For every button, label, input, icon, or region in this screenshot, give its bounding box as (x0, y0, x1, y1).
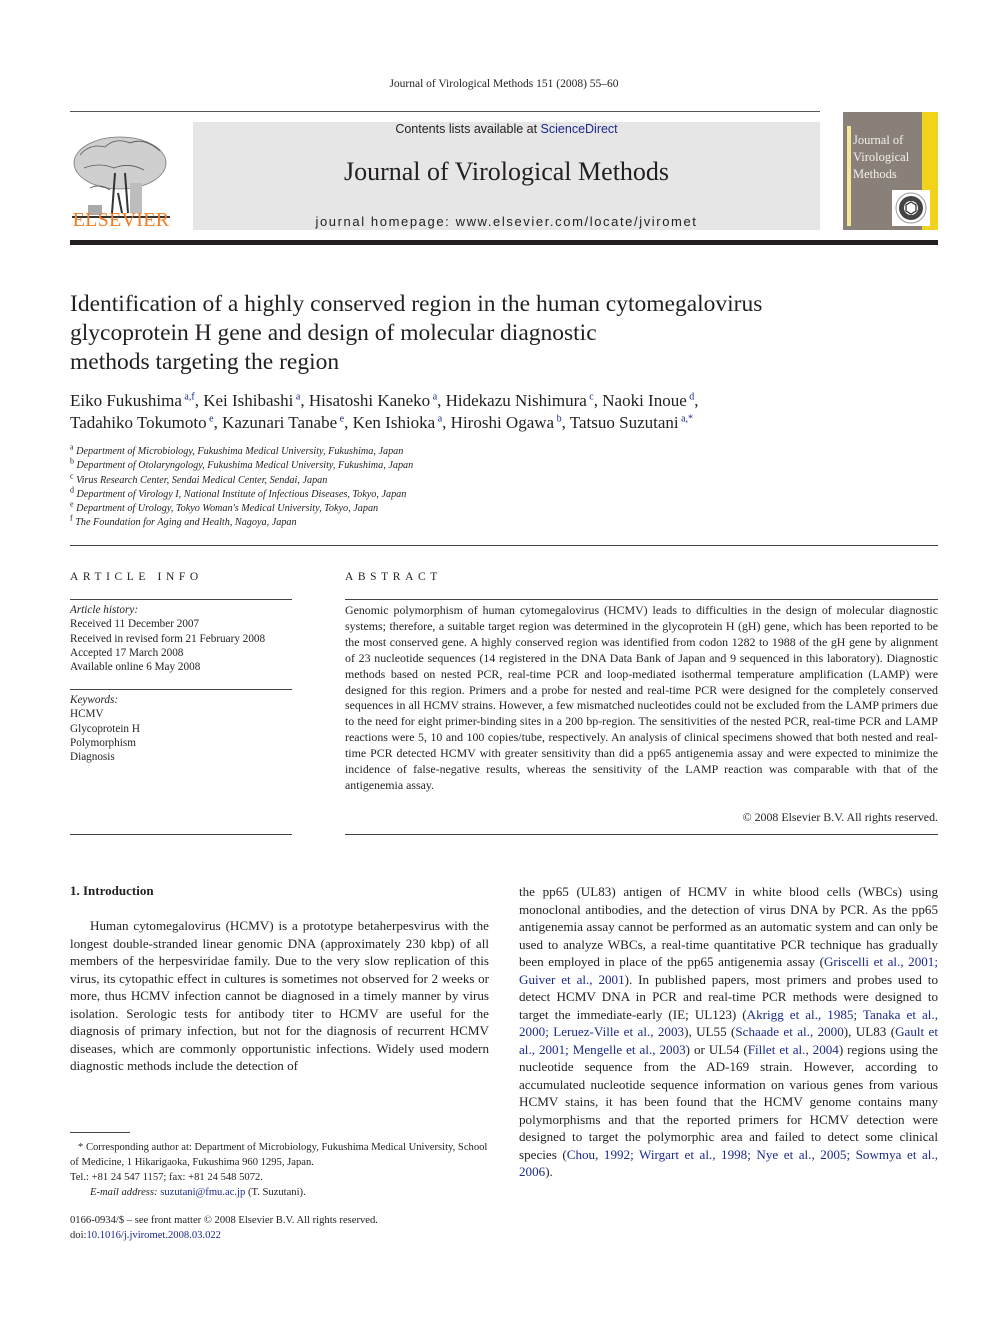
keyword: Polymorphism (70, 736, 136, 749)
divider (345, 834, 938, 835)
running-head: Journal of Virological Methods 151 (2008… (389, 78, 619, 90)
journal-title: Journal of Virological Methods (343, 157, 670, 186)
section-heading-introduction: 1. Introduction (70, 883, 154, 898)
author-affiliation-marker[interactable]: e (337, 413, 344, 424)
citation-link[interactable]: Griscelli et al., 2001; Guiver et al., 2… (519, 954, 938, 987)
divider (70, 545, 938, 546)
intro-paragraph-col2: the pp65 (UL83) antigen of HCMV in white… (519, 884, 939, 1180)
title-line: glycoprotein H gene and design of molecu… (70, 320, 597, 346)
affiliation-item: e Department of Urology, Tokyo Woman's M… (70, 500, 413, 516)
contents-prefix: Contents lists available at (395, 122, 541, 136)
author-affiliation-marker[interactable]: a (435, 413, 442, 424)
citation-link[interactable]: Akrigg et al., 1985; Tanaka et al., 2000… (519, 1007, 938, 1040)
cover-title-line: Journal of (853, 133, 904, 147)
author-affiliation-marker[interactable]: d (687, 391, 694, 402)
author-name: Hisatoshi Kaneko (308, 391, 431, 410)
affiliation-item: d Department of Virology I, National Ins… (70, 486, 413, 502)
issn-line: 0166-0934/$ – see front matter © 2008 El… (70, 1215, 378, 1226)
author-affiliation-marker[interactable]: b (554, 413, 562, 424)
front-matter: 0166-0934/$ – see front matter © 2008 El… (70, 1213, 378, 1243)
cover-title: Journal of Virological Methods (853, 132, 909, 183)
affiliation-text: Department of Microbiology, Fukushima Me… (73, 446, 404, 457)
title-line: Identification of a highly conserved reg… (70, 291, 763, 317)
journal-homepage[interactable]: journal homepage: www.elsevier.com/locat… (193, 214, 820, 229)
keyword: Glycoprotein H (70, 722, 140, 735)
cover-emblem-icon (892, 190, 930, 226)
author-affiliation-marker[interactable]: a (430, 391, 437, 402)
doi-link[interactable]: 10.1016/j.jviromet.2008.03.022 (86, 1230, 220, 1241)
keyword: Diagnosis (70, 751, 115, 764)
author-name: Hiroshi Ogawa (450, 413, 555, 432)
history-label: Article history: (70, 604, 139, 616)
history-item: Received 11 December 2007 (70, 618, 200, 631)
divider (345, 599, 938, 600)
author-name: Naoki Inoue (602, 391, 687, 410)
affiliation-text: The Foundation for Aging and Health, Nag… (72, 517, 297, 529)
author-name: Kazunari Tanabe (222, 413, 338, 432)
author-name: Eiko Fukushima (70, 391, 182, 410)
doi-line: doi:10.1016/j.jviromet.2008.03.022 (70, 1228, 378, 1243)
corresponding-author-footnote: * Corresponding author at: Department of… (70, 1140, 489, 1200)
footnote-address: * Corresponding author at: Department of… (70, 1142, 488, 1168)
sciencedirect-link[interactable]: ScienceDirect (541, 122, 618, 136)
affiliations-list: a Department of Microbiology, Fukushima … (70, 443, 414, 531)
affiliation-text: Department of Otolaryngology, Fukushima … (74, 460, 414, 472)
keywords-label: Keywords: (70, 694, 119, 706)
email-suffix: (T. Suzutani). (245, 1187, 306, 1198)
history-item: Available online 6 May 2008 (70, 661, 201, 674)
article-info-heading: ARTICLE INFO (70, 571, 203, 583)
copyright: © 2008 Elsevier B.V. All rights reserved… (742, 810, 938, 824)
footnote-email-line: E-mail address: suzutani@fmu.ac.jp (T. S… (70, 1185, 489, 1200)
article-history: Article history: Received 11 December 20… (70, 603, 265, 674)
abstract-heading: ABSTRACT (345, 571, 442, 583)
author-affiliation-marker[interactable]: a,f (182, 391, 194, 402)
elsevier-wordmark: ELSEVIER (72, 209, 170, 231)
affiliation-item: c Virus Research Center, Sendai Medical … (70, 472, 413, 488)
author-name: Hidekazu Nishimura (445, 391, 587, 410)
author-name: Tatsuo Suzutani (569, 413, 679, 432)
citation-link[interactable]: Chou, 1992; Wirgart et al., 1998; Nye et… (519, 1147, 938, 1180)
affiliation-item: a Department of Microbiology, Fukushima … (70, 443, 413, 459)
header-thick-rule (70, 240, 938, 245)
footnote-rule (70, 1132, 130, 1133)
keywords: Keywords: HCMV Glycoprotein H Polymorphi… (70, 693, 140, 764)
divider (70, 834, 292, 835)
affiliation-text: Department of Urology, Tokyo Woman's Med… (73, 503, 379, 515)
header-rule (70, 111, 820, 112)
cover-title-line: Methods (853, 167, 897, 181)
author-name: Ken Ishioka (352, 413, 436, 432)
footnote-phone: Tel.: +81 24 547 1157; fax: +81 24 548 5… (70, 1172, 263, 1183)
abstract-body: Genomic polymorphism of human cytomegalo… (345, 603, 938, 792)
author-name: Tadahiko Tokumoto (70, 413, 207, 432)
author-affiliation-marker[interactable]: e (207, 413, 213, 424)
doi-label: doi: (70, 1230, 87, 1241)
citation-link[interactable]: Schaade et al., 2000 (735, 1024, 843, 1039)
author-affiliation-marker[interactable]: a,* (679, 413, 693, 424)
author-list: Eiko Fukushima a,f, Kei Ishibashi a, His… (70, 391, 699, 432)
history-item: Accepted 17 March 2008 (70, 646, 184, 659)
author-affiliation-marker[interactable]: a (293, 391, 300, 402)
article-title: Identification of a highly conserved reg… (70, 290, 890, 377)
keyword: HCMV (70, 708, 104, 721)
author-name: Kei Ishibashi (203, 391, 294, 410)
affiliation-text: Virus Research Center, Sendai Medical Ce… (73, 474, 328, 486)
intro-paragraph-col1: Human cytomegalovirus (HCMV) is a protot… (70, 918, 489, 1073)
title-line: methods targeting the region (70, 349, 340, 375)
affiliation-item: f The Foundation for Aging and Health, N… (70, 515, 413, 530)
cover-title-line: Virological (853, 150, 910, 164)
divider (70, 689, 292, 690)
email-label: E-mail address: (90, 1187, 161, 1198)
divider (70, 599, 292, 600)
affiliation-text: Department of Virology I, National Insti… (74, 488, 407, 500)
author-affiliation-marker[interactable]: c (587, 391, 593, 402)
affiliation-item: b Department of Otolaryngology, Fukushim… (70, 457, 414, 473)
citation-link[interactable]: Fillet et al., 2004 (748, 1042, 839, 1057)
email-link[interactable]: suzutani@fmu.ac.jp (160, 1187, 245, 1198)
cover-light-strip (847, 126, 851, 226)
history-item: Received in revised form 21 February 200… (70, 632, 266, 645)
contents-line: Contents lists available at ScienceDirec… (193, 122, 820, 136)
